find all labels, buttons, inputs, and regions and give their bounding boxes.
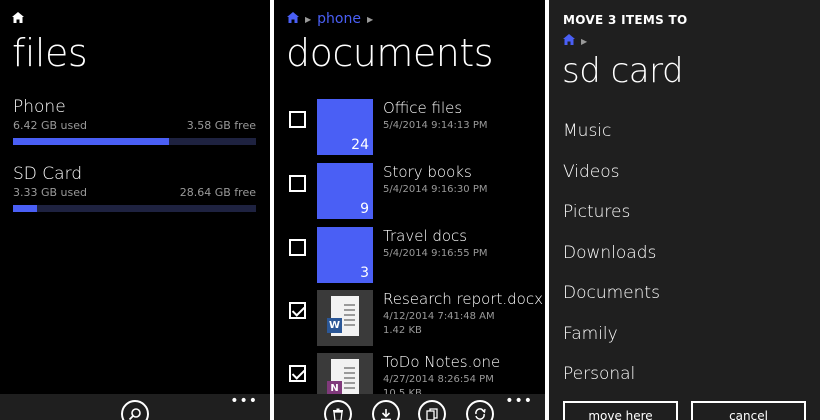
folder-item-music[interactable]: Music (563, 121, 611, 141)
item-count: 24 (351, 137, 369, 153)
page-title: sd card (562, 51, 684, 91)
download-icon[interactable] (372, 400, 400, 420)
item-name: Research report.docx (383, 290, 543, 308)
list-item[interactable]: 24 Office files 5/4/2014 9:14:13 PM (274, 99, 545, 159)
search-icon[interactable] (121, 400, 149, 420)
item-name: Story books (383, 163, 472, 181)
storage-bar (13, 138, 256, 145)
move-here-button[interactable]: move here (563, 401, 678, 420)
folder-item-downloads[interactable]: Downloads (563, 243, 656, 263)
dialog-header: MOVE 3 ITEMS TO (563, 13, 688, 27)
home-icon[interactable] (12, 12, 24, 23)
home-icon[interactable] (287, 11, 299, 27)
item-checkbox[interactable] (289, 175, 306, 192)
breadcrumb-separator-icon: ▶ (366, 14, 374, 24)
page-title: files (12, 31, 88, 75)
more-button[interactable]: ••• (505, 393, 533, 409)
folder-item-videos[interactable]: Videos (563, 162, 620, 182)
list-item[interactable]: W Research report.docx 4/12/2014 7:41:48… (274, 290, 545, 350)
folder-icon: 24 (317, 99, 373, 155)
item-date: 5/4/2014 9:16:55 PM (383, 248, 488, 259)
storage-name: SD Card (13, 164, 83, 184)
delete-icon[interactable] (324, 400, 352, 420)
word-document-icon: W (317, 290, 373, 346)
folder-item-documents[interactable]: Documents (563, 283, 660, 303)
storage-bar-fill (13, 205, 38, 212)
folder-item-pictures[interactable]: Pictures (563, 202, 630, 222)
storage-bar-fill (13, 138, 169, 145)
storage-used: 6.42 GB used (13, 119, 88, 132)
item-checkbox[interactable] (289, 111, 306, 128)
copy-icon[interactable] (418, 400, 446, 420)
page-title: documents (286, 31, 494, 75)
cancel-button[interactable]: cancel (691, 401, 806, 420)
item-name: Travel docs (383, 227, 468, 245)
documents-panel: ▶ phone ▶ documents 24 Office files 5/4/… (274, 0, 545, 420)
breadcrumb: ▶ phone ▶ (287, 11, 373, 27)
item-date: 5/4/2014 9:16:30 PM (383, 184, 488, 195)
breadcrumb: ▶ (563, 33, 587, 49)
folder-item-personal[interactable]: Personal (563, 364, 635, 384)
item-count: 3 (360, 265, 369, 281)
move-to-panel: MOVE 3 ITEMS TO ▶ sd card Music Videos P… (549, 0, 820, 420)
app-bar: ••• (274, 393, 545, 420)
item-size: 1.42 KB (383, 325, 422, 336)
storage-used: 3.33 GB used (13, 186, 88, 199)
storage-free: 3.58 GB free (186, 119, 256, 132)
files-panel: files Phone 6.42 GB used 3.58 GB free SD… (0, 0, 270, 420)
item-date: 4/12/2014 7:41:48 AM (383, 311, 495, 322)
folder-icon: 9 (317, 163, 373, 219)
app-bar: ••• (0, 393, 270, 420)
folder-icon: 3 (317, 227, 373, 283)
breadcrumb-item-phone[interactable]: phone (317, 11, 361, 27)
breadcrumb-separator-icon: ▶ (581, 36, 588, 46)
item-checkbox[interactable] (289, 239, 306, 256)
item-date: 4/27/2014 8:26:54 PM (383, 374, 494, 385)
storage-free: 28.64 GB free (179, 186, 256, 199)
list-item[interactable]: 3 Travel docs 5/4/2014 9:16:55 PM (274, 227, 545, 287)
item-count: 9 (360, 201, 369, 217)
item-name: ToDo Notes.one (383, 353, 501, 371)
item-date: 5/4/2014 9:14:13 PM (383, 120, 488, 131)
storage-name: Phone (13, 97, 66, 117)
breadcrumb-separator-icon: ▶ (305, 14, 312, 24)
item-name: Office files (383, 99, 463, 117)
folder-item-family[interactable]: Family (563, 324, 618, 344)
storage-sd-card[interactable]: SD Card 3.33 GB used 28.64 GB free (13, 164, 256, 212)
item-checkbox[interactable] (289, 302, 306, 319)
list-item[interactable]: 9 Story books 5/4/2014 9:16:30 PM (274, 163, 545, 223)
more-button[interactable]: ••• (230, 393, 258, 409)
storage-bar (13, 205, 256, 212)
home-icon[interactable] (563, 33, 575, 49)
item-checkbox[interactable] (289, 365, 306, 382)
share-icon[interactable] (466, 400, 494, 420)
storage-phone[interactable]: Phone 6.42 GB used 3.58 GB free (13, 97, 256, 145)
